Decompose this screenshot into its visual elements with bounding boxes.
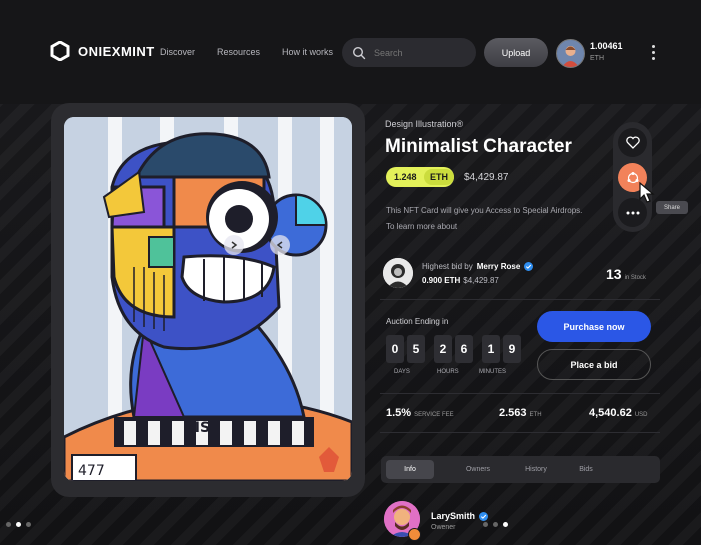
owner-carousel-dots — [483, 522, 508, 527]
owner-name[interactable]: LarySmith — [431, 511, 475, 521]
place-bid-button[interactable]: Place a bid — [537, 349, 651, 380]
nft-artwork: RISE 477 — [64, 117, 352, 481]
more-menu-icon[interactable] — [651, 45, 657, 61]
divider — [380, 393, 660, 394]
verified-icon — [479, 511, 489, 521]
countdown-digit: 0 — [386, 335, 404, 363]
share-tooltip: Share — [656, 201, 688, 214]
usd-price: $4,429.87 — [464, 172, 509, 183]
svg-text:477: 477 — [78, 463, 105, 479]
tab-info[interactable]: Info — [386, 460, 434, 479]
user-avatar-image — [557, 40, 584, 67]
countdown-digit: 6 — [455, 335, 473, 363]
tab-bids[interactable]: Bids — [568, 460, 604, 479]
mouse-cursor-icon — [639, 182, 655, 203]
countdown: 0 5 2 6 1 9 — [386, 335, 524, 363]
carousel-dot[interactable] — [493, 522, 498, 527]
carousel-dot[interactable] — [26, 522, 31, 527]
nft-artwork-image: RISE 477 — [64, 117, 352, 481]
eth-price-badge: 1.248 ETH — [386, 167, 454, 187]
usd-total-value: 4,540.62 — [589, 407, 632, 419]
divider — [380, 432, 660, 433]
service-fee-value: 1.5% — [386, 407, 412, 419]
eth-total-value: 2.563 — [499, 407, 527, 419]
countdown-digit: 1 — [482, 335, 500, 363]
app-frame: ONIEXMINT Discover Resources How it work… — [0, 0, 701, 545]
nav-how-it-works[interactable]: How it works — [282, 47, 333, 57]
search-box[interactable] — [342, 38, 476, 67]
upload-button[interactable]: Upload — [484, 38, 548, 67]
eth-price: 1.248 — [394, 172, 417, 182]
highest-bid-label: Highest bid by — [422, 262, 473, 271]
service-fee-label: SERVICE FEE — [414, 412, 454, 418]
more-icon — [626, 211, 639, 214]
stock-label: in Stock — [624, 275, 646, 281]
bidder-avatar-image — [383, 258, 413, 288]
divider — [380, 299, 660, 300]
highest-bid-eth: 0.900 ETH — [422, 276, 461, 285]
nav-resources[interactable]: Resources — [217, 47, 260, 57]
bidder-avatar[interactable] — [383, 258, 413, 288]
action-pill — [613, 122, 652, 232]
wallet-balance: 1.00461 ETH — [590, 41, 623, 62]
hours-label: HOURS — [437, 369, 459, 375]
owner-badge-icon — [408, 528, 421, 541]
usd-total: 4,540.62 USD — [589, 407, 648, 419]
highest-bid-usd: $4,429.87 — [463, 276, 499, 285]
highest-bid-line: Highest bid by Merry Rose — [422, 262, 534, 271]
detail-tabs: Info Owners History Bids — [381, 456, 660, 483]
user-avatar[interactable] — [556, 39, 585, 68]
balance-value: 1.00461 — [590, 41, 623, 51]
days-label: DAYS — [394, 369, 410, 375]
carousel-dots — [6, 522, 31, 527]
carousel-dot[interactable] — [6, 522, 11, 527]
logo-text: ONIEXMINT — [78, 43, 155, 59]
tab-history[interactable]: History — [514, 460, 558, 479]
main-nav: Discover Resources How it works — [160, 47, 333, 57]
carousel-dot-active[interactable] — [16, 522, 21, 527]
verified-icon — [524, 262, 534, 271]
eth-total-label: ETH — [529, 412, 542, 418]
countdown-digit: 5 — [407, 335, 425, 363]
like-button[interactable] — [618, 128, 647, 157]
stock-number: 13 — [606, 266, 622, 282]
minutes-label: MINUTES — [479, 369, 506, 375]
svg-text:RISE: RISE — [184, 420, 220, 436]
bidder-name[interactable]: Merry Rose — [477, 262, 521, 271]
logo-icon — [50, 41, 70, 61]
tab-owners[interactable]: Owners — [456, 460, 500, 479]
search-icon — [352, 46, 366, 59]
balance-unit: ETH — [590, 55, 604, 62]
eth-currency: ETH — [424, 169, 454, 185]
countdown-digit: 2 — [434, 335, 452, 363]
owner-name-row: LarySmith — [431, 511, 489, 521]
carousel-dot[interactable] — [483, 522, 488, 527]
chevron-left-icon — [276, 241, 283, 249]
highest-bid-value: 0.900 ETH $4,429.87 — [422, 276, 499, 285]
heart-icon — [625, 136, 640, 149]
auction-label: Auction Ending in — [386, 317, 449, 326]
description: This NFT Card will give you Access to Sp… — [386, 206, 583, 231]
purchase-now-button[interactable]: Purchase now — [537, 311, 651, 342]
category-label: Design Illustration® — [385, 119, 464, 129]
next-image-button[interactable] — [270, 235, 290, 255]
chevron-right-icon — [231, 241, 238, 249]
usd-total-label: USD — [634, 412, 648, 418]
carousel-dot-active[interactable] — [503, 522, 508, 527]
search-input[interactable] — [372, 46, 466, 59]
service-fee: 1.5% SERVICE FEE — [386, 407, 454, 419]
stock-count: 13 in Stock — [606, 266, 646, 282]
prev-image-button[interactable] — [224, 235, 244, 255]
eth-total: 2.563 ETH — [499, 407, 542, 419]
nav-discover[interactable]: Discover — [160, 47, 195, 57]
logo[interactable]: ONIEXMINT — [50, 41, 155, 61]
page-title: Minimalist Character — [385, 136, 572, 157]
countdown-digit: 9 — [503, 335, 521, 363]
owner-role: Owener — [431, 524, 456, 531]
